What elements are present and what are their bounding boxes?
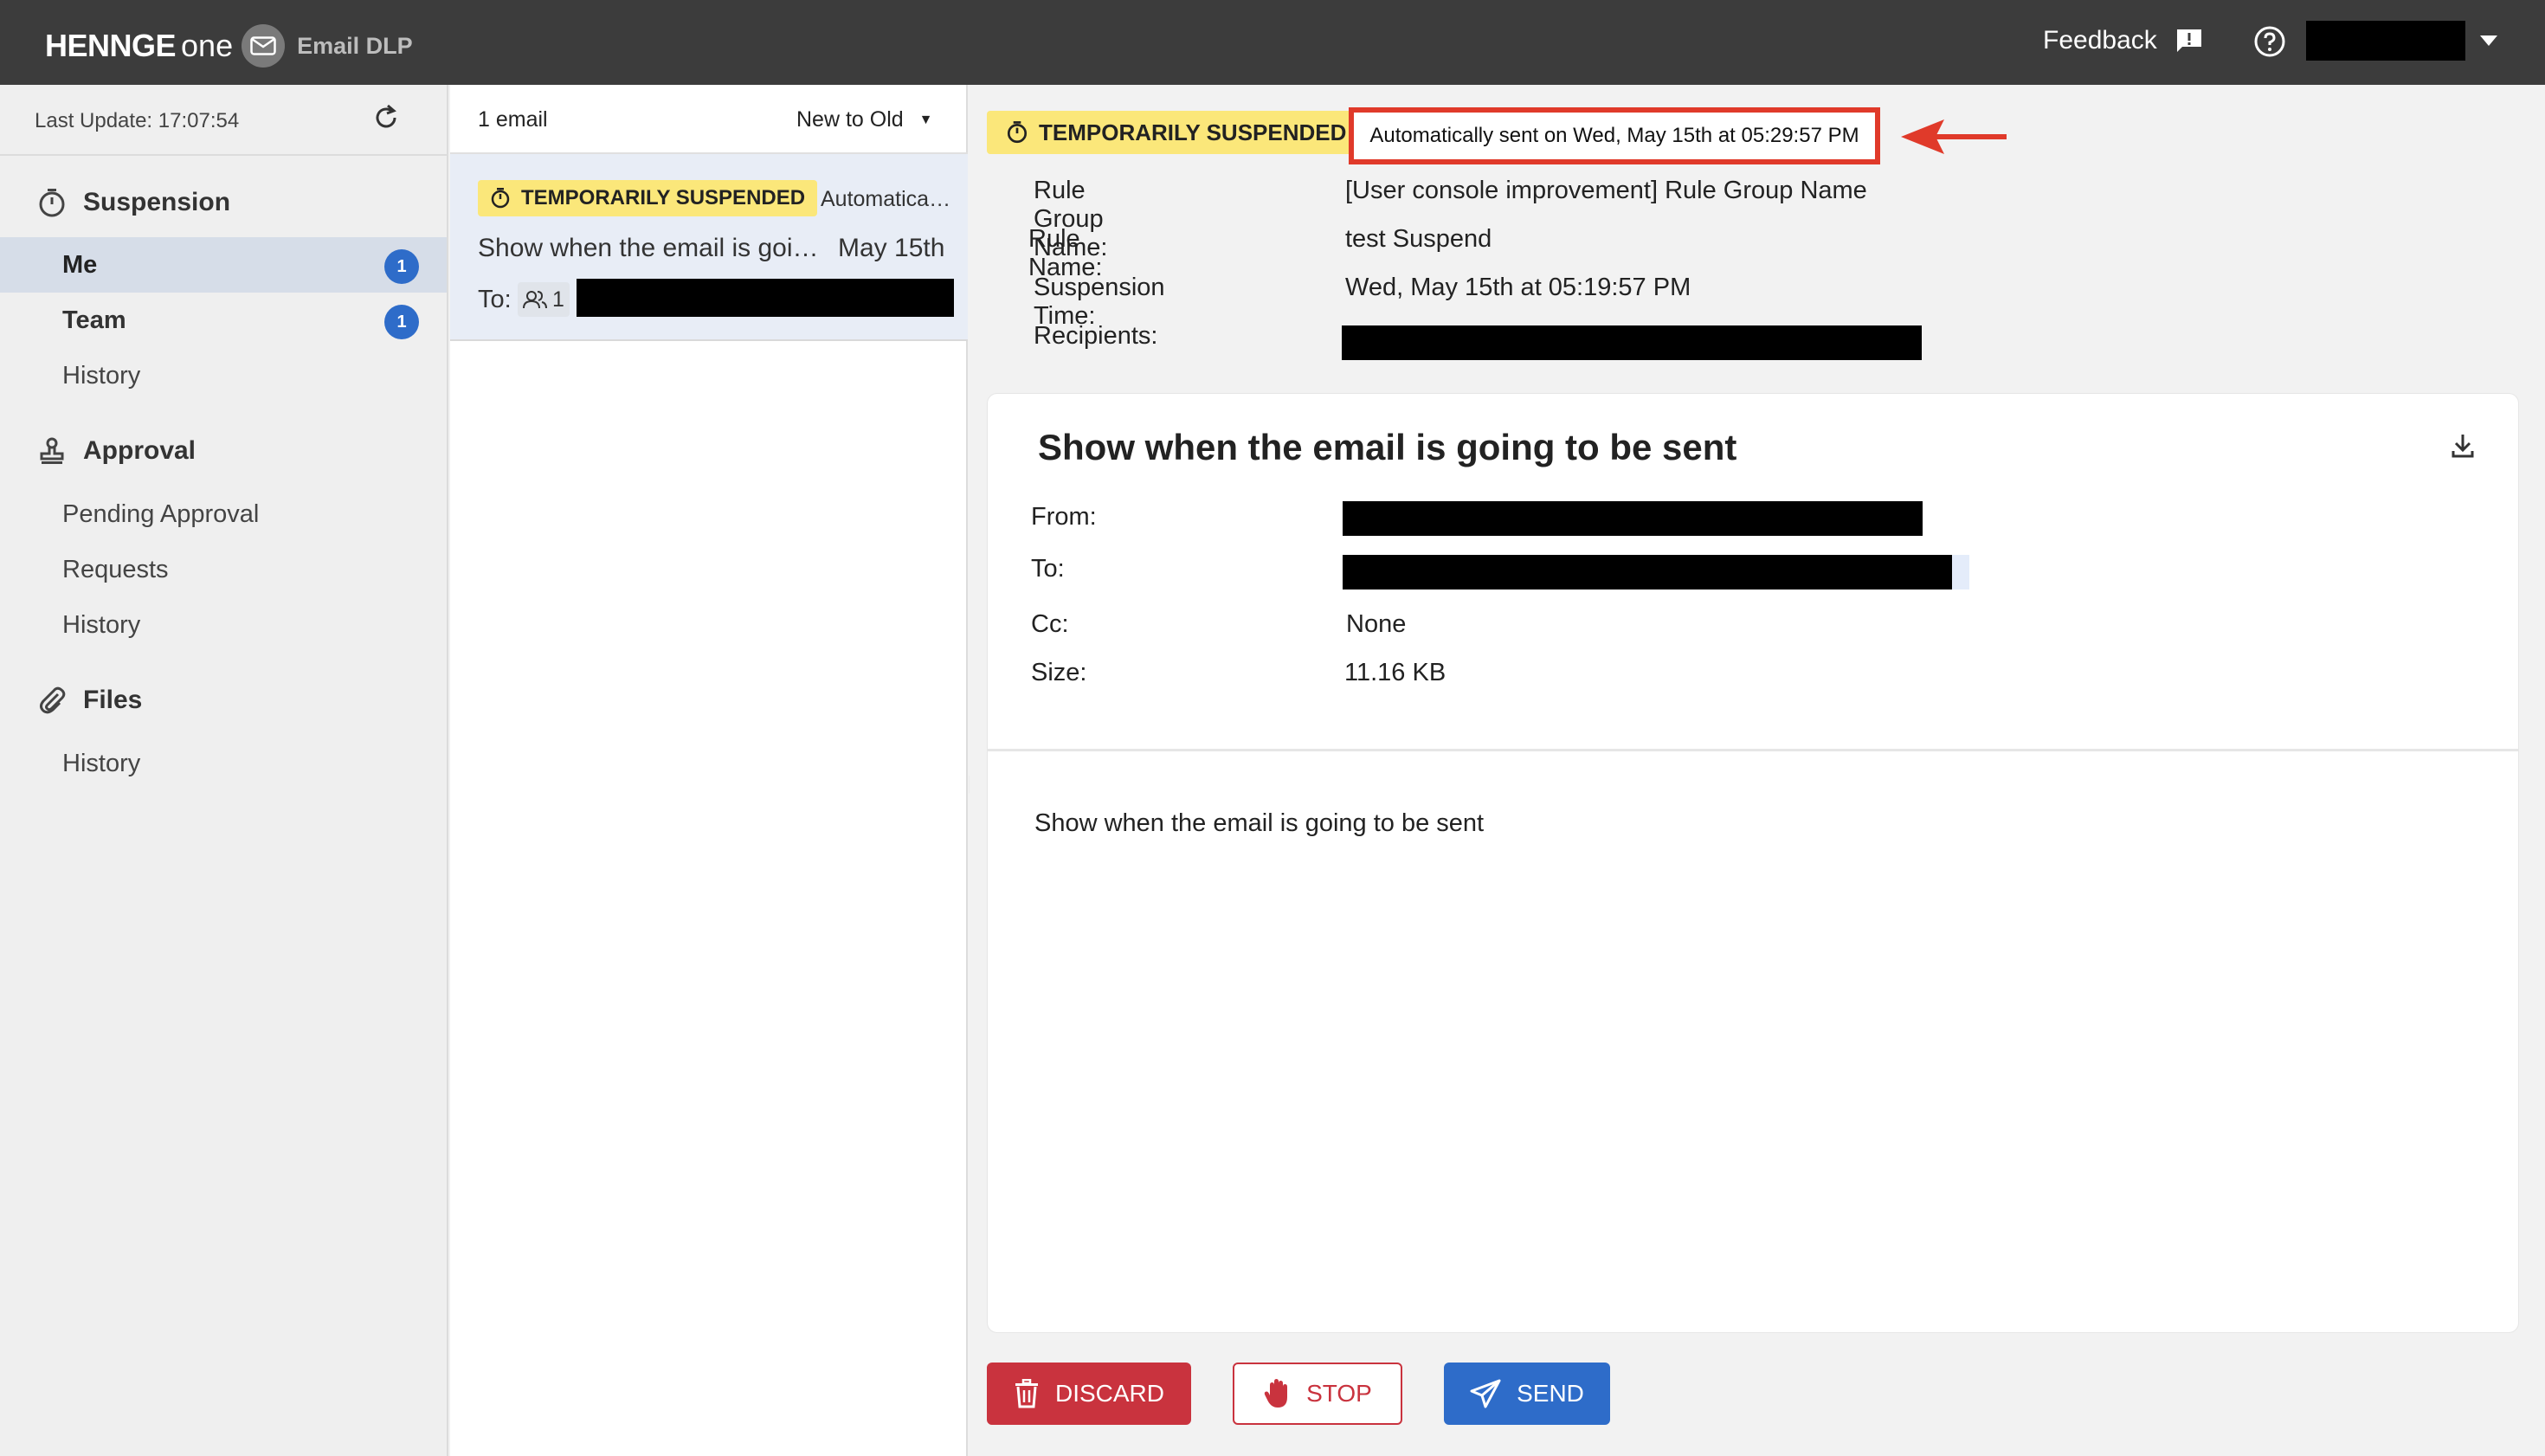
hand-stop-icon	[1263, 1378, 1291, 1409]
discard-button[interactable]: DISCARD	[987, 1363, 1191, 1425]
sidebar-item-label: Team	[62, 306, 126, 334]
send-icon	[1470, 1379, 1501, 1408]
help-icon[interactable]	[2252, 24, 2287, 63]
sidebar-item-suspension-history[interactable]: History	[0, 348, 447, 403]
section-files: Files	[35, 686, 142, 715]
feedback-label: Feedback	[2043, 26, 2157, 55]
discard-label: DISCARD	[1054, 1380, 1164, 1407]
list-item-subject: Show when the email is going to be sent	[478, 234, 824, 262]
list-item[interactable]: TEMPORARILY SUSPENDED Automatically sent…	[450, 154, 968, 341]
sidebar-divider	[0, 154, 447, 156]
last-update: Last Update: 17:07:54	[35, 109, 240, 132]
redacted-recipient	[577, 279, 954, 317]
chevron-down-icon: ▼	[918, 112, 933, 127]
card-divider	[988, 749, 2518, 751]
status-badge: TEMPORARILY SUSPENDED	[478, 180, 818, 216]
chevron-down-icon[interactable]	[2479, 35, 2498, 51]
email-card: Show when the email is going to be sent …	[987, 393, 2519, 1333]
auto-sent-notice: Automatically sent on Wed, May 15th at 0…	[1349, 107, 1880, 164]
email-count: 1 email	[478, 107, 548, 132]
top-bar: HENNGE one Email DLP Feedback	[0, 0, 2545, 85]
sidebar: Last Update: 17:07:54 Suspension Me 1 Te…	[0, 85, 448, 1456]
section-suspension: Suspension	[35, 187, 230, 218]
brand-logo: HENNGE one	[45, 28, 234, 63]
sort-label: New to Old	[796, 107, 904, 132]
send-button[interactable]: SEND	[1444, 1363, 1610, 1425]
download-icon[interactable]	[2451, 432, 2475, 464]
list-item-auto-sent: Automatically sent on Wed, May 15th at 0…	[821, 187, 954, 211]
stop-button[interactable]: STOP	[1233, 1363, 1402, 1425]
timer-icon	[1006, 120, 1028, 145]
mail-icon	[242, 24, 286, 68]
arrow-left-icon	[1901, 114, 2008, 164]
list-item-to-label: To:	[478, 286, 512, 313]
sidebar-item-approval-history[interactable]: History	[0, 597, 447, 653]
sidebar-item-pending-approval[interactable]: Pending Approval	[0, 486, 447, 542]
email-detail-pane: TEMPORARILY SUSPENDED Automatically sent…	[970, 85, 2545, 1456]
sidebar-item-label: Pending Approval	[62, 499, 260, 528]
trash-icon	[1014, 1379, 1040, 1408]
refresh-icon[interactable]	[370, 102, 402, 138]
brand[interactable]: HENNGE one Email DLP	[45, 24, 413, 68]
status-badge: TEMPORARILY SUSPENDED	[987, 111, 1366, 154]
stop-label: STOP	[1306, 1380, 1372, 1407]
sidebar-item-label: Me	[62, 250, 98, 279]
paperclip-icon	[35, 686, 69, 715]
stamp-icon	[35, 436, 69, 466]
sidebar-item-files-history[interactable]: History	[0, 736, 447, 791]
count-badge: 1	[384, 305, 419, 339]
sidebar-item-label: History	[62, 361, 141, 390]
count-badge: 1	[384, 249, 419, 284]
section-approval: Approval	[35, 436, 196, 466]
sidebar-item-label: Requests	[62, 555, 169, 583]
sidebar-item-suspension-me[interactable]: Me 1	[0, 237, 447, 293]
timer-icon	[490, 187, 511, 209]
product-name: Email DLP	[297, 32, 413, 59]
feedback-icon	[2175, 27, 2204, 55]
list-header: 1 email New to Old ▼	[450, 85, 968, 154]
email-list-pane: 1 email New to Old ▼ TEMPORARILY SUSPEND…	[450, 85, 968, 1456]
sidebar-item-label: History	[62, 610, 141, 639]
redacted-sender	[1343, 501, 1923, 536]
send-label: SEND	[1517, 1380, 1584, 1407]
sort-dropdown[interactable]: New to Old ▼	[796, 107, 933, 132]
user-menu[interactable]	[2306, 21, 2465, 61]
email-body: Show when the email is going to be sent	[1034, 809, 1485, 837]
sidebar-item-suspension-team[interactable]: Team 1	[0, 293, 447, 348]
email-subject: Show when the email is going to be sent	[1038, 427, 1737, 467]
sidebar-item-label: History	[62, 749, 141, 777]
feedback-button[interactable]: Feedback	[2043, 26, 2204, 55]
redacted-recipients	[1342, 325, 1922, 360]
redacted-recipient	[1343, 555, 1969, 589]
recipient-count: 1	[518, 282, 570, 317]
list-item-date: May 15th	[838, 234, 945, 262]
sidebar-item-requests[interactable]: Requests	[0, 542, 447, 597]
people-icon	[523, 289, 547, 310]
timer-icon	[35, 187, 69, 218]
